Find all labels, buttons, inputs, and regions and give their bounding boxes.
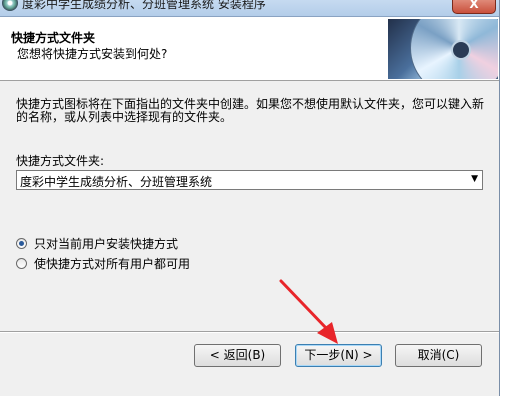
header-banner: 快捷方式文件夹 您想将快捷方式安装到何处?: [0, 17, 499, 81]
page-subtitle: 您想将快捷方式安装到何处?: [17, 47, 168, 61]
cd-app-icon: [2, 0, 18, 11]
folder-value[interactable]: 度彩中学生成绩分析、分班管理系统: [20, 173, 212, 190]
cancel-button[interactable]: 取消(C): [395, 344, 482, 367]
folder-label: 快捷方式文件夹:: [16, 154, 105, 168]
window-title: 度彩中学生成绩分析、分班管理系统 安装程序: [22, 0, 266, 11]
back-button[interactable]: < 返回(B): [194, 344, 281, 367]
cd-disc-icon: [410, 19, 498, 79]
cd-banner-image: [388, 19, 498, 79]
description-text: 快捷方式图标将在下面指出的文件夹中创建。如果您不想使用默认文件夹，您可以键入新的…: [16, 97, 485, 124]
radio-current-user[interactable]: 只对当前用户安装快捷方式: [16, 235, 178, 251]
radio-all-users[interactable]: 使快捷方式对所有用户都可用: [16, 255, 190, 271]
radio-all-users-label: 使快捷方式对所有用户都可用: [34, 256, 191, 271]
installer-window: 度彩中学生成绩分析、分班管理系统 安装程序 X 快捷方式文件夹 您想将快捷方式安…: [0, 0, 500, 396]
shortcut-folder-combobox[interactable]: 度彩中学生成绩分析、分班管理系统 ▼: [16, 170, 483, 190]
radio-current-user-label: 只对当前用户安装快捷方式: [34, 236, 179, 251]
footer-separator: [0, 331, 499, 333]
next-button[interactable]: 下一步(N) >: [295, 344, 382, 367]
radio-unchecked-icon[interactable]: [16, 257, 27, 269]
cd-hole: [451, 40, 471, 60]
page-title: 快捷方式文件夹: [11, 31, 96, 45]
radio-checked-icon[interactable]: [16, 237, 27, 249]
close-button[interactable]: X: [452, 0, 496, 14]
dropdown-arrow-icon[interactable]: ▼: [471, 174, 478, 184]
title-bar[interactable]: 度彩中学生成绩分析、分班管理系统 安装程序 X: [0, 0, 499, 17]
